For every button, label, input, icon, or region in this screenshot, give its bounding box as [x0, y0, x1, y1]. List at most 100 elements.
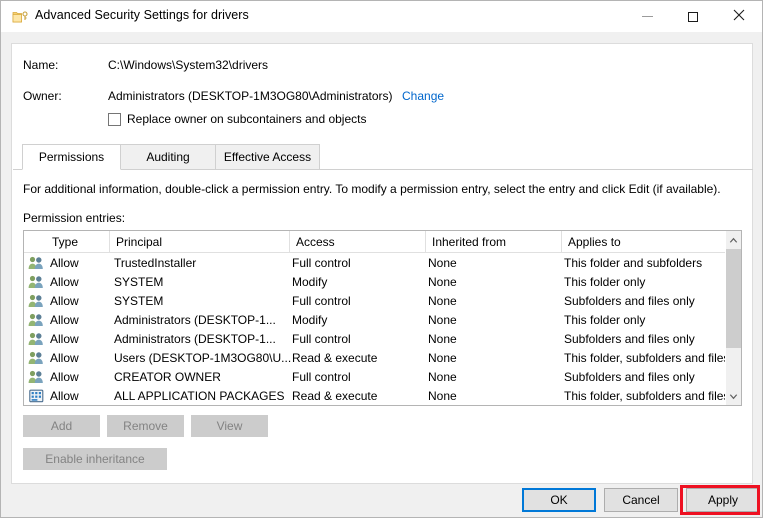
cell-applies-to: Subfolders and files only [564, 329, 742, 348]
scroll-up-icon[interactable] [726, 231, 741, 248]
ok-button[interactable]: OK [522, 488, 596, 512]
cell-principal: Administrators (DESKTOP-1... [114, 329, 292, 348]
column-header-access[interactable]: Access [290, 231, 426, 252]
cell-access: Modify [292, 310, 426, 329]
replace-owner-checkbox-row[interactable]: Replace owner on subcontainers and objec… [108, 112, 366, 126]
title-bar: Advanced Security Settings for drivers [1, 1, 762, 32]
cell-access: Full control [292, 367, 426, 386]
cell-principal: SYSTEM [114, 272, 292, 291]
scroll-thumb[interactable] [726, 249, 741, 348]
add-button-label: Add [51, 419, 72, 433]
column-header-inherited-from[interactable]: Inherited from [426, 231, 562, 252]
apply-button[interactable]: Apply [686, 488, 760, 512]
minimize-button[interactable] [624, 1, 670, 32]
users-icon [26, 253, 46, 272]
column-header-principal-label: Principal [116, 235, 162, 249]
column-header-applies-to[interactable]: Applies to [562, 231, 727, 252]
cell-inherited-from: None [428, 253, 562, 272]
main-panel: Name: C:\Windows\System32\drivers Owner:… [11, 43, 753, 484]
table-row[interactable]: Allow ALL APPLICATION PACKAGES Read & ex… [24, 386, 727, 405]
tab-auditing[interactable]: Auditing [120, 144, 216, 170]
tab-effective-access-label: Effective Access [224, 150, 311, 164]
column-header-inherited-from-label: Inherited from [432, 235, 506, 249]
cell-principal: TrustedInstaller [114, 253, 292, 272]
minimize-icon [642, 16, 653, 17]
window-title: Advanced Security Settings for drivers [35, 8, 249, 22]
permissions-description: For additional information, double-click… [23, 182, 721, 196]
table-row[interactable]: Allow Administrators (DESKTOP-1... Modif… [24, 310, 727, 329]
view-button[interactable]: View [191, 415, 268, 437]
change-owner-link[interactable]: Change [402, 89, 444, 103]
cell-principal: Administrators (DESKTOP-1... [114, 310, 292, 329]
tab-auditing-label: Auditing [146, 150, 189, 164]
cell-principal: CREATOR OWNER [114, 367, 292, 386]
users-icon [26, 310, 46, 329]
cell-inherited-from: None [428, 272, 562, 291]
cell-inherited-from: None [428, 291, 562, 310]
cell-type: Allow [50, 291, 112, 310]
cell-type: Allow [50, 348, 112, 367]
cell-principal: Users (DESKTOP-1M3OG80\U... [114, 348, 292, 367]
owner-value: Administrators (DESKTOP-1M3OG80\Administ… [108, 89, 393, 103]
cell-applies-to: Subfolders and files only [564, 291, 742, 310]
cell-access: Full control [292, 291, 426, 310]
tab-strip: Permissions Auditing Effective Access [13, 144, 753, 170]
cell-inherited-from: None [428, 348, 562, 367]
table-row[interactable]: Allow CREATOR OWNER Full control None Su… [24, 367, 727, 386]
advanced-security-settings-window: Advanced Security Settings for drivers N… [0, 0, 763, 518]
column-header-principal[interactable]: Principal [110, 231, 290, 252]
users-icon [26, 348, 46, 367]
cell-type: Allow [50, 310, 112, 329]
column-header-type-label: Type [52, 235, 78, 249]
column-header-applies-to-label: Applies to [568, 235, 621, 249]
cancel-button[interactable]: Cancel [604, 488, 678, 512]
replace-owner-checkbox[interactable] [108, 113, 121, 126]
table-row[interactable]: Allow SYSTEM Full control None Subfolder… [24, 291, 727, 310]
cancel-button-label: Cancel [622, 493, 659, 507]
enable-inheritance-button[interactable]: Enable inheritance [23, 448, 167, 470]
ok-button-label: OK [550, 493, 567, 507]
list-vertical-scrollbar[interactable] [725, 231, 741, 405]
list-header-row: Type Principal Access Inherited from App… [24, 231, 741, 253]
table-row[interactable]: Allow SYSTEM Modify None This folder onl… [24, 272, 727, 291]
cell-type: Allow [50, 367, 112, 386]
cell-access: Modify [292, 272, 426, 291]
maximize-button[interactable] [670, 1, 716, 32]
cell-applies-to: This folder only [564, 310, 742, 329]
cell-applies-to: This folder, subfolders and files [564, 348, 742, 367]
table-row[interactable]: Allow Users (DESKTOP-1M3OG80\U... Read &… [24, 348, 727, 367]
cell-applies-to: This folder and subfolders [564, 253, 742, 272]
cell-access: Full control [292, 253, 426, 272]
name-value: C:\Windows\System32\drivers [108, 58, 268, 72]
cell-type: Allow [50, 253, 112, 272]
enable-inheritance-button-label: Enable inheritance [45, 452, 144, 466]
close-button[interactable] [716, 1, 762, 32]
owner-label: Owner: [23, 89, 62, 103]
name-label: Name: [23, 58, 58, 72]
scroll-down-icon[interactable] [726, 388, 741, 405]
tab-permissions[interactable]: Permissions [22, 144, 121, 170]
remove-button[interactable]: Remove [107, 415, 184, 437]
table-row[interactable]: Allow TrustedInstaller Full control None… [24, 253, 727, 272]
column-header-type[interactable]: Type [46, 231, 110, 252]
users-icon [26, 329, 46, 348]
cell-principal: ALL APPLICATION PACKAGES [114, 386, 292, 405]
permission-entries-label: Permission entries: [23, 211, 125, 225]
maximize-icon [688, 12, 698, 22]
replace-owner-label: Replace owner on subcontainers and objec… [127, 112, 366, 126]
apply-button-label: Apply [708, 493, 738, 507]
cell-inherited-from: None [428, 367, 562, 386]
close-icon [733, 9, 745, 24]
cell-applies-to: This folder only [564, 272, 742, 291]
tab-effective-access[interactable]: Effective Access [215, 144, 320, 170]
table-row[interactable]: Allow Administrators (DESKTOP-1... Full … [24, 329, 727, 348]
folder-key-icon [12, 9, 28, 25]
cell-type: Allow [50, 329, 112, 348]
cell-type: Allow [50, 272, 112, 291]
cell-inherited-from: None [428, 310, 562, 329]
cell-applies-to: This folder, subfolders and files [564, 386, 742, 405]
app-package-icon [26, 386, 46, 405]
permission-entries-list: Type Principal Access Inherited from App… [23, 230, 742, 406]
cell-access: Read & execute [292, 348, 426, 367]
add-button[interactable]: Add [23, 415, 100, 437]
